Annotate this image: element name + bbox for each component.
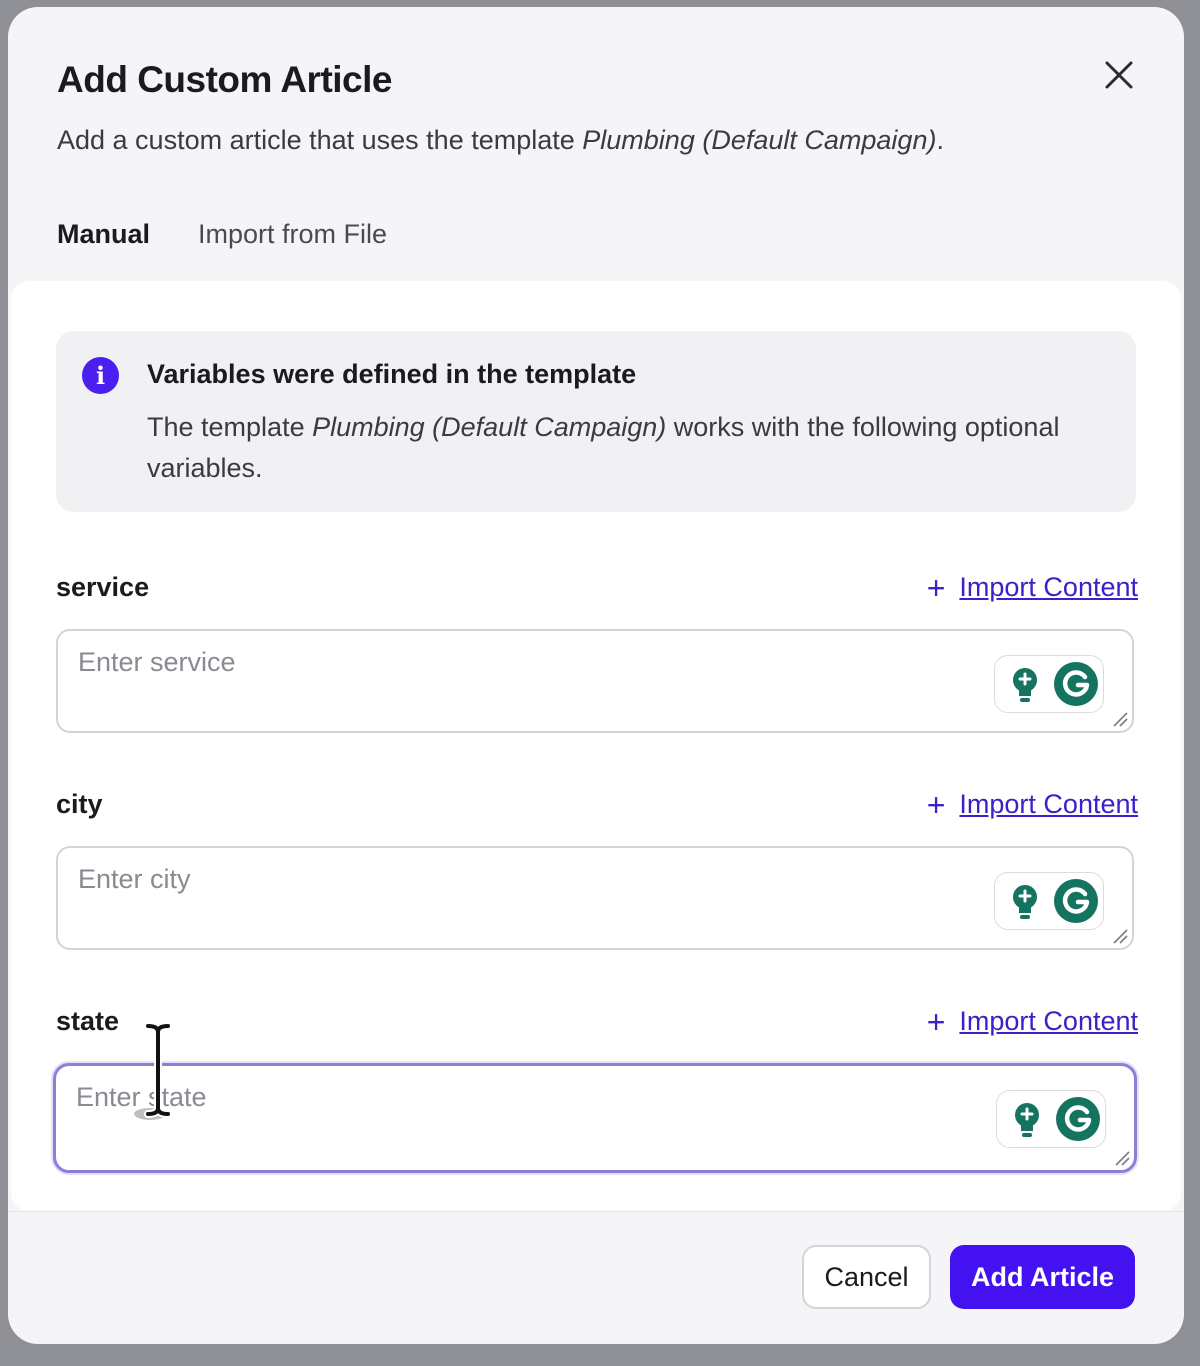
lightbulb-icon [1015, 1103, 1039, 1137]
info-title: Variables were defined in the template [147, 359, 637, 389]
grammarly-widget[interactable] [996, 1090, 1106, 1148]
resize-handle-icon[interactable] [1112, 928, 1128, 944]
city-input-box [56, 846, 1134, 950]
lightbulb-icon [1013, 885, 1037, 919]
cancel-button[interactable]: Cancel [802, 1245, 931, 1309]
dialog-title: Add Custom Article [57, 59, 392, 100]
field-label-city: city [56, 789, 103, 819]
manual-tab-panel: i Variables were defined in the template… [11, 281, 1181, 1211]
info-template-name: Plumbing (Default Campaign) [312, 412, 667, 442]
add-custom-article-dialog: Add Custom Article Add a custom article … [8, 7, 1184, 1344]
close-icon [1105, 61, 1133, 89]
grammarly-icon [1054, 879, 1098, 923]
service-input[interactable] [76, 645, 980, 719]
city-input[interactable] [76, 862, 980, 936]
resize-handle-icon[interactable] [1114, 1150, 1130, 1166]
plus-icon: + [926, 786, 946, 823]
grammarly-icon [1054, 662, 1098, 706]
state-input[interactable] [74, 1080, 978, 1154]
plus-icon: + [926, 569, 946, 606]
service-input-box [56, 629, 1134, 733]
state-input-box [53, 1063, 1137, 1173]
lightbulb-icon [1013, 668, 1037, 702]
add-article-button[interactable]: Add Article [950, 1245, 1135, 1309]
resize-handle-icon[interactable] [1112, 711, 1128, 727]
footer-divider [8, 1211, 1184, 1212]
field-label-service: service [56, 572, 150, 602]
info-icon: i [82, 357, 119, 394]
grammarly-widget[interactable] [994, 872, 1104, 930]
close-button[interactable] [1098, 54, 1140, 96]
variables-info-banner: i Variables were defined in the template… [56, 331, 1136, 512]
plus-icon: + [926, 1003, 946, 1040]
template-name: Plumbing (Default Campaign) [582, 125, 937, 155]
tab-manual[interactable]: Manual [57, 215, 151, 285]
tab-bar: Manual Import from File [57, 215, 435, 289]
import-content-label: Import Content [959, 1006, 1138, 1036]
grammarly-widget[interactable] [994, 655, 1104, 713]
info-text: The template Plumbing (Default Campaign)… [147, 412, 1060, 483]
import-content-link-state[interactable]: + Import Content [926, 1003, 1138, 1040]
dialog-subtitle: Add a custom article that uses the templ… [57, 125, 944, 155]
grammarly-icon [1056, 1097, 1100, 1141]
import-content-label: Import Content [959, 572, 1138, 602]
field-label-state: state [56, 1006, 120, 1036]
import-content-link-service[interactable]: + Import Content [926, 569, 1138, 606]
import-content-link-city[interactable]: + Import Content [926, 786, 1138, 823]
tab-import-from-file[interactable]: Import from File [198, 215, 387, 285]
import-content-label: Import Content [959, 789, 1138, 819]
